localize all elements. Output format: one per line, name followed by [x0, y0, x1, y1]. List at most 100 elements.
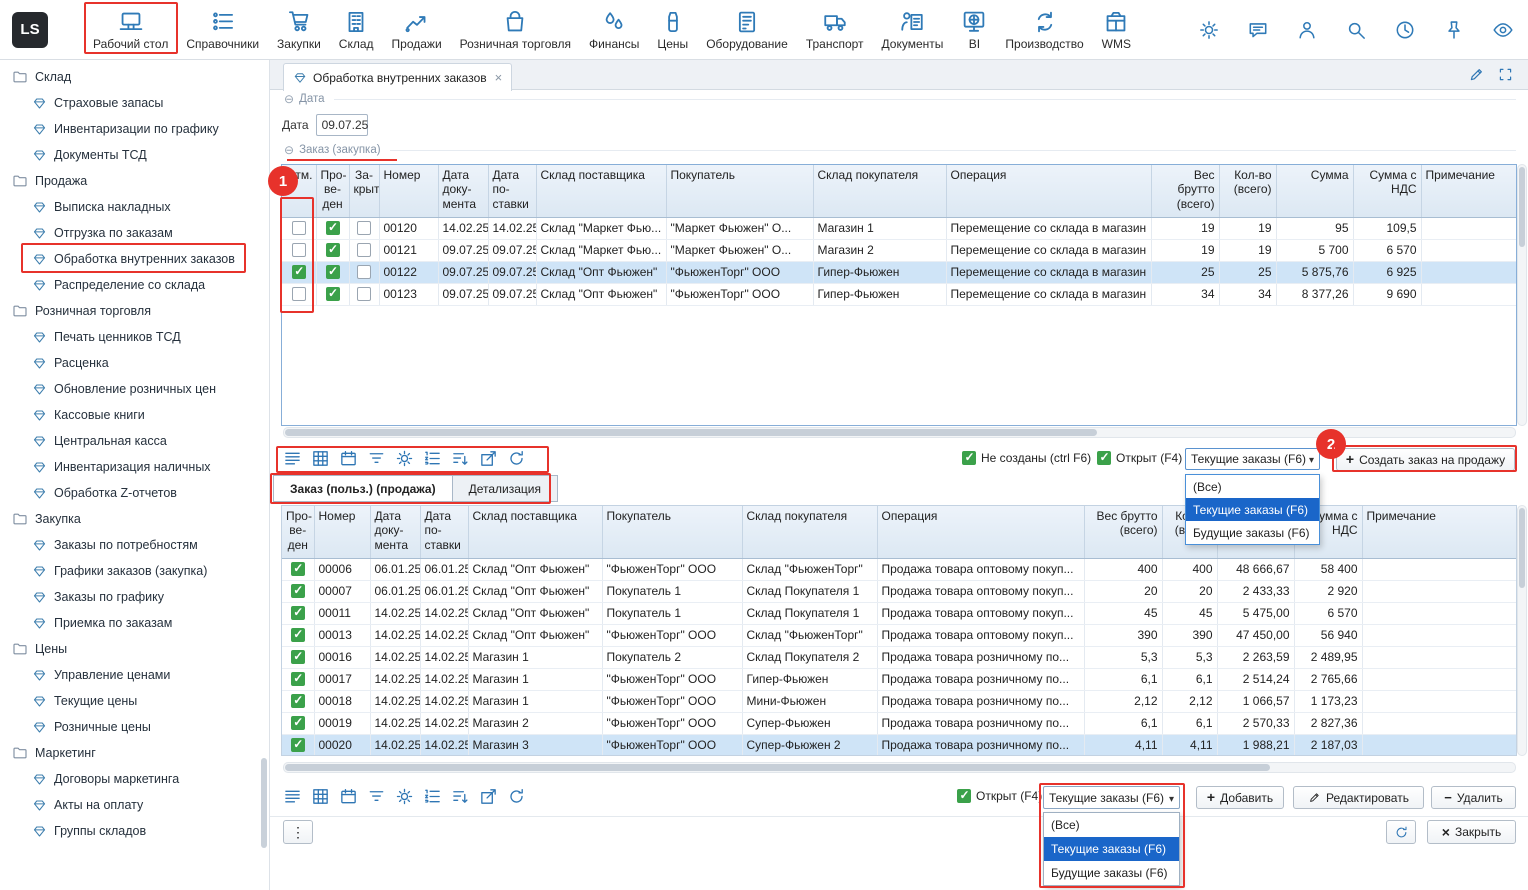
column-header[interactable]: Покупатель [602, 506, 742, 558]
scroll-thumb[interactable] [285, 764, 1270, 771]
sidebar-item[interactable]: Инвентаризации по графику [0, 116, 269, 142]
orders-filter-select[interactable]: Текущие заказы (F6) [1185, 448, 1320, 470]
sidebar-item[interactable]: Розничные цены [0, 714, 269, 740]
sidebar-item[interactable]: Акты на оплату [0, 792, 269, 818]
posted-checkbox[interactable] [326, 265, 340, 279]
topbar-item[interactable]: Производство [996, 0, 1092, 59]
purchase-table-vscrollbar[interactable] [1517, 164, 1527, 426]
edit-button[interactable]: Редактировать [1293, 786, 1424, 809]
pin-icon[interactable] [1443, 19, 1465, 41]
numbered-list-icon[interactable] [423, 449, 442, 468]
column-header[interactable]: Сумма с НДС [1353, 165, 1421, 217]
topbar-item[interactable]: Оборудование [697, 0, 797, 59]
sidebar-item[interactable]: Договоры маркетинга [0, 766, 269, 792]
posted-checkbox[interactable] [291, 650, 305, 664]
document-tab[interactable]: Обработка внутренних заказов × [283, 63, 512, 91]
view-list-icon[interactable] [283, 787, 302, 806]
posted-checkbox[interactable] [291, 628, 305, 642]
column-header[interactable]: Дата доку- мента [370, 506, 420, 558]
topbar-item[interactable]: Справочники [177, 0, 268, 59]
column-header[interactable]: Склад покупателя [742, 506, 877, 558]
column-header[interactable]: Сумма [1276, 165, 1353, 217]
open-checkbox[interactable]: Открыт (F4) [1097, 451, 1182, 465]
table-row[interactable]: 0001114.02.2514.02.25Склад "Опт Фьюжен"П… [282, 602, 1516, 624]
calendar-icon[interactable] [339, 449, 358, 468]
sidebar-item[interactable]: Документы ТСД [0, 142, 269, 168]
sidebar-item[interactable]: Управление ценами [0, 662, 269, 688]
table-row[interactable]: 0002014.02.2514.02.25Магазин 3"ФьюженТор… [282, 734, 1516, 756]
sidebar-item[interactable]: Центральная касса [0, 428, 269, 454]
column-header[interactable]: Вес брутто (всего) [1084, 506, 1162, 558]
sidebar-group[interactable]: Розничная торговля [0, 298, 269, 324]
posted-checkbox[interactable] [291, 584, 305, 598]
view-grid-icon[interactable] [311, 449, 330, 468]
create-sales-order-button[interactable]: Создать заказ на продажу [1336, 448, 1515, 471]
table-row[interactable]: 0012209.07.2509.07.25Склад "Опт Фьюжен""… [282, 261, 1516, 283]
posted-checkbox[interactable] [291, 716, 305, 730]
topbar-item[interactable]: BI [952, 0, 996, 59]
column-header[interactable]: Склад поставщика [468, 506, 602, 558]
sidebar-item[interactable]: Текущие цены [0, 688, 269, 714]
marked-checkbox[interactable] [292, 287, 306, 301]
dropdown-option[interactable]: (Все) [1044, 813, 1179, 837]
sidebar-item[interactable]: Инвентаризация наличных [0, 454, 269, 480]
column-header[interactable]: Покупатель [666, 165, 813, 217]
column-header[interactable]: Про- ве- ден [316, 165, 349, 217]
sidebar-item[interactable]: Страховые запасы [0, 90, 269, 116]
posted-checkbox[interactable] [291, 672, 305, 686]
date-group-header[interactable]: Дата [284, 93, 1516, 105]
clock-icon[interactable] [1394, 19, 1416, 41]
tab-order-sales[interactable]: Заказ (польз.) (продажа) [273, 475, 453, 502]
table-row[interactable]: 0001314.02.2514.02.25Склад "Опт Фьюжен""… [282, 624, 1516, 646]
sort-lines-icon[interactable] [451, 449, 470, 468]
sidebar-item[interactable]: Обновление розничных цен [0, 376, 269, 402]
column-header[interactable]: Про- ве- ден [282, 506, 314, 558]
view-list-icon[interactable] [283, 449, 302, 468]
posted-checkbox[interactable] [291, 694, 305, 708]
settings-small-icon[interactable] [395, 787, 414, 806]
sidebar-item[interactable]: Заказы по потребностям [0, 532, 269, 558]
topbar-item[interactable]: Розничная торговля [451, 0, 580, 59]
closed-checkbox[interactable] [357, 243, 371, 257]
dropdown-option[interactable]: Будущие заказы (F6) [1044, 861, 1179, 885]
closed-checkbox[interactable] [357, 287, 371, 301]
table-row[interactable]: 0001914.02.2514.02.25Магазин 2"ФьюженТор… [282, 712, 1516, 734]
column-header[interactable]: Вес брутто (всего) [1151, 165, 1219, 217]
sidebar-item[interactable]: Расценка [0, 350, 269, 376]
chat-icon[interactable] [1247, 19, 1269, 41]
not-created-checkbox[interactable]: Не созданы (ctrl F6) [962, 451, 1091, 465]
sales-filter-select[interactable]: Текущие заказы (F6) [1043, 786, 1180, 809]
marked-checkbox[interactable] [292, 221, 306, 235]
sidebar-item[interactable]: Выписка накладных [0, 194, 269, 220]
table-row[interactable]: 0001614.02.2514.02.25Магазин 1Покупатель… [282, 646, 1516, 668]
scroll-thumb[interactable] [1519, 508, 1525, 588]
topbar-item[interactable]: Цены [648, 0, 697, 59]
table-row[interactable]: 0001814.02.2514.02.25Магазин 1"ФьюженТор… [282, 690, 1516, 712]
more-menu-button[interactable] [283, 820, 313, 844]
column-header[interactable]: Дата по- ставки [488, 165, 536, 217]
sales-table-vscrollbar[interactable] [1517, 505, 1527, 756]
open-external-icon[interactable] [479, 787, 498, 806]
posted-checkbox[interactable] [291, 562, 305, 576]
user-icon[interactable] [1296, 19, 1318, 41]
column-header[interactable]: Кол-во (всего) [1219, 165, 1276, 217]
collapse-icon[interactable] [284, 144, 294, 156]
column-header[interactable]: Склад поставщика [536, 165, 666, 217]
order-group-header[interactable]: Заказ (закупка) [284, 144, 1516, 156]
posted-checkbox[interactable] [291, 606, 305, 620]
numbered-list-icon[interactable] [423, 787, 442, 806]
table-row[interactable]: 0012309.07.2509.07.25Склад "Опт Фьюжен""… [282, 283, 1516, 305]
topbar-item[interactable]: Документы [873, 0, 953, 59]
scroll-thumb[interactable] [1519, 167, 1525, 247]
topbar-item[interactable]: Продажи [383, 0, 451, 59]
sidebar-item[interactable]: Приемка по заказам [0, 610, 269, 636]
sidebar-scrollbar[interactable] [261, 758, 267, 848]
column-header[interactable]: Склад покупателя [813, 165, 946, 217]
topbar-item[interactable]: Закупки [268, 0, 330, 59]
table-row[interactable]: 0000706.01.2506.01.25Склад "Опт Фьюжен"П… [282, 580, 1516, 602]
table-row[interactable]: 0012014.02.2514.02.25Склад "Маркет Фью..… [282, 217, 1516, 239]
close-button[interactable]: Закрыть [1427, 820, 1516, 844]
marked-checkbox[interactable] [292, 265, 306, 279]
view-grid-icon[interactable] [311, 787, 330, 806]
column-header[interactable]: Номер [314, 506, 370, 558]
